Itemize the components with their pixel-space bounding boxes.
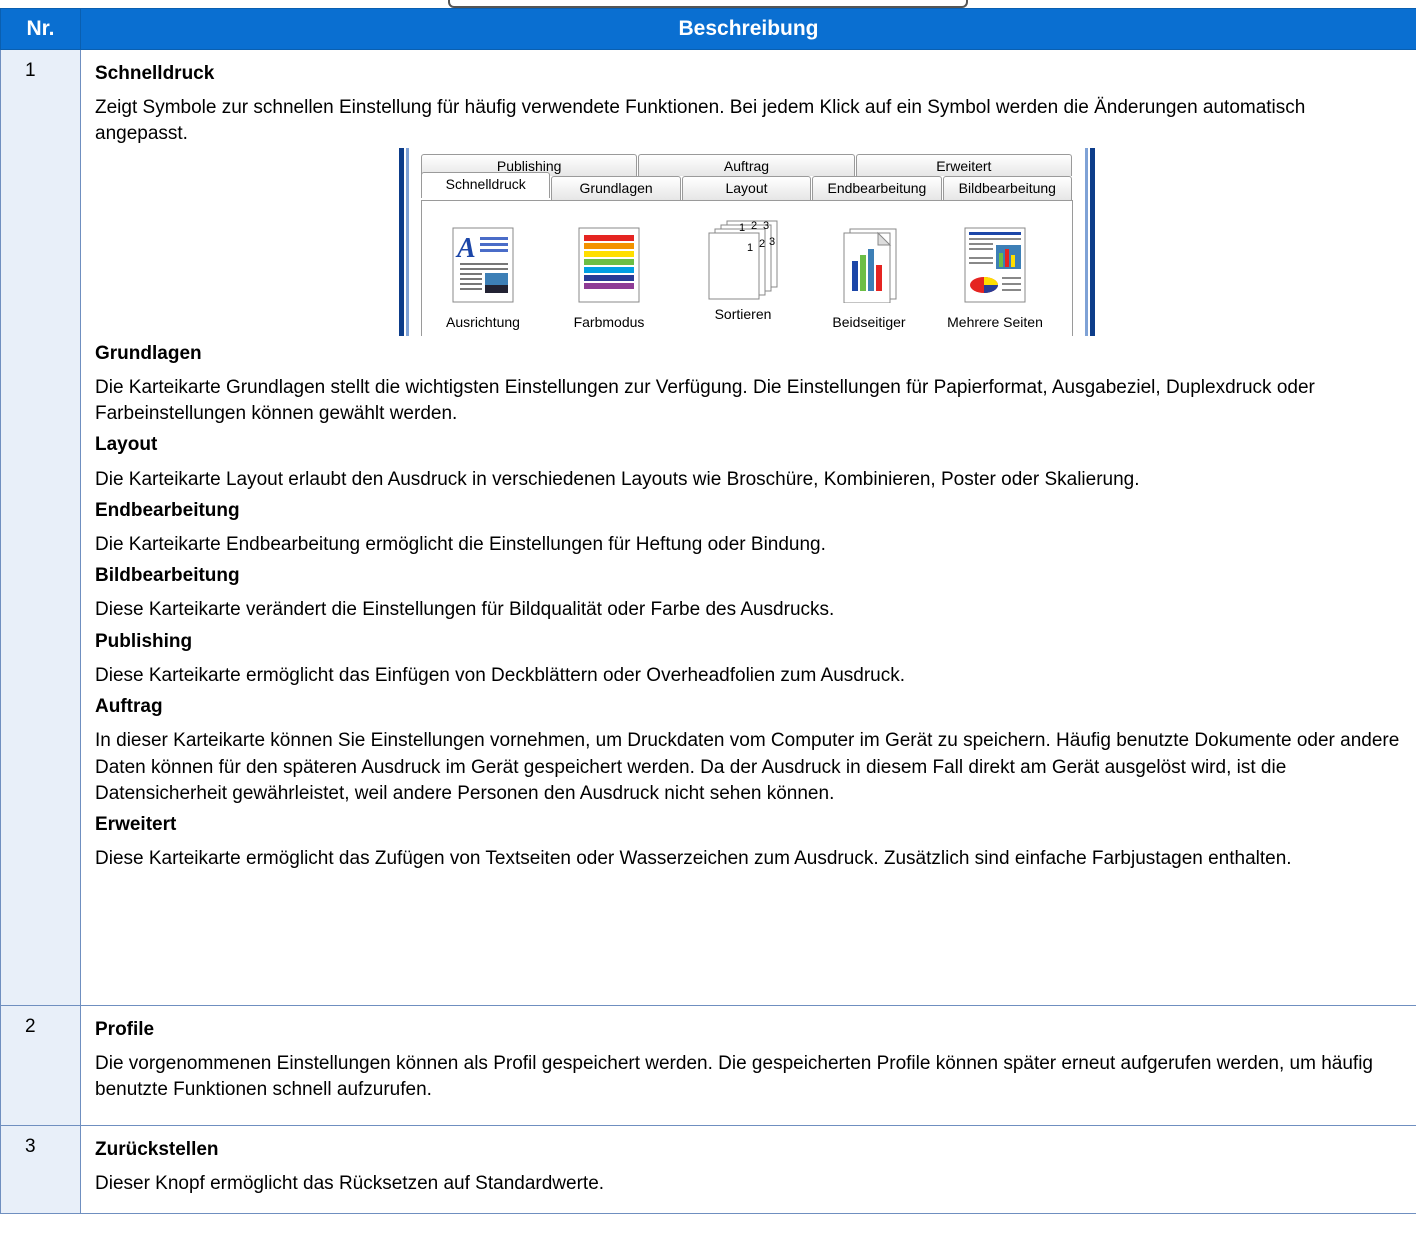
section-title: Schnelldruck [95,63,215,84]
section-title: Endbearbeitung [95,499,240,521]
section-text: Diese Karteikarte ermöglicht das Zufügen… [95,848,1292,870]
window-edge-right [1090,147,1095,336]
window-edge-left-inner [406,147,409,336]
section-text: Diese Karteikarte verändert die Einstell… [95,599,835,621]
icon-label: Ausrichtung [446,313,520,330]
tab-row-bottom: Schnelldruck Grundlagen Layout Endbearbe… [421,171,1073,200]
row-number: 2 [0,1005,81,1126]
section-title: Zurückstellen [95,1139,219,1160]
tab-auftrag[interactable]: Auftrag [638,153,855,176]
collate-icon: 1 2 3 1 2 3 [703,220,783,303]
tab-layout[interactable]: Layout [681,175,812,200]
svg-text:1: 1 [747,242,753,254]
row-description: Profile Die vorgenommenen Einstellungen … [80,1005,1416,1126]
svg-text:2: 2 [751,220,757,232]
icon-label: Beidseitiger [832,313,906,330]
svg-text:2: 2 [759,238,765,250]
section-text: Zeigt Symbole zur schnellen Einstellung … [95,97,1306,145]
svg-text:A: A [455,233,476,264]
section-title: Bildbearbeitung [95,565,240,587]
window-edge-left [399,147,404,336]
row-description: Zurückstellen Dieser Knopf ermöglicht da… [80,1125,1416,1214]
section-text: Diese Karteikarte ermöglicht das Einfüge… [95,664,906,686]
section-title: Layout [95,434,158,456]
section-title: Grundlagen [95,342,202,364]
header-description: Beschreibung [80,8,1416,50]
row-number: 3 [0,1125,81,1214]
quick-print-item-multiple-pages[interactable]: Mehrere Seiten [940,227,1050,332]
row-number: 1 [0,49,81,1006]
description-table: Nr. Beschreibung 1 Schnelldruck Zeigt Sy… [0,8,1416,1214]
window-edge-right-inner [1085,147,1088,336]
section-text: Die Karteikarte Layout erlaubt den Ausdr… [95,468,1140,490]
page-top-tab-edge [448,0,968,8]
printer-driver-screenshot: Publishing Auftrag Erweitert Schnelldruc… [399,147,1095,336]
tab-panel: A Ausrichtung Farbmodus 1 2 3 1 2 3 Sort… [421,199,1073,336]
svg-text:3: 3 [769,236,775,248]
icon-label: Mehrere Seiten [947,313,1043,330]
tab-bildbearbeitung[interactable]: Bildbearbeitung [942,175,1073,200]
tab-schnelldruck[interactable]: Schnelldruck [421,171,551,198]
table-row: 1 Schnelldruck Zeigt Symbole zur schnell… [0,49,1416,1006]
svg-text:3: 3 [763,220,769,232]
section-text: Die vorgenommenen Einstellungen können a… [95,1053,1374,1101]
header-nr: Nr. [0,8,81,50]
duplex-icon [838,227,900,304]
quick-print-item-orientation[interactable]: A Ausrichtung [428,227,538,332]
quick-print-item-color-mode[interactable]: Farbmodus [554,227,664,332]
svg-text:1: 1 [739,222,745,234]
tab-grundlagen[interactable]: Grundlagen [551,175,681,200]
table-row: 2 Profile Die vorgenommenen Einstellunge… [0,1005,1416,1126]
section-text: In dieser Karteikarte können Sie Einstel… [95,730,1400,804]
icon-label: Farbmodus [573,313,645,330]
icon-label: Sortieren [714,305,772,322]
section-text: Die Karteikarte Endbearbeitung ermöglich… [95,533,826,555]
orientation-icon: A [452,227,514,303]
tab-erweitert[interactable]: Erweitert [855,153,1072,176]
table-row: 3 Zurückstellen Dieser Knopf ermöglicht … [0,1125,1416,1214]
table-header-row: Nr. Beschreibung [0,8,1416,50]
section-title: Erweitert [95,813,177,835]
color-mode-icon [578,227,640,303]
tab-endbearbeitung[interactable]: Endbearbeitung [812,175,942,200]
section-text: Die Karteikarte Grundlagen stellt die wi… [95,376,1315,425]
section-title: Publishing [95,630,193,652]
multiple-pages-icon [964,227,1026,303]
section-title: Auftrag [95,696,163,718]
quick-print-item-collate[interactable]: 1 2 3 1 2 3 Sortieren [688,220,798,324]
section-text: Dieser Knopf ermöglicht das Rücksetzen a… [95,1173,605,1195]
section-title: Profile [95,1019,155,1040]
quick-print-item-duplex[interactable]: Beidseitiger [814,227,924,332]
row-description: Schnelldruck Zeigt Symbole zur schnellen… [80,49,1416,1006]
